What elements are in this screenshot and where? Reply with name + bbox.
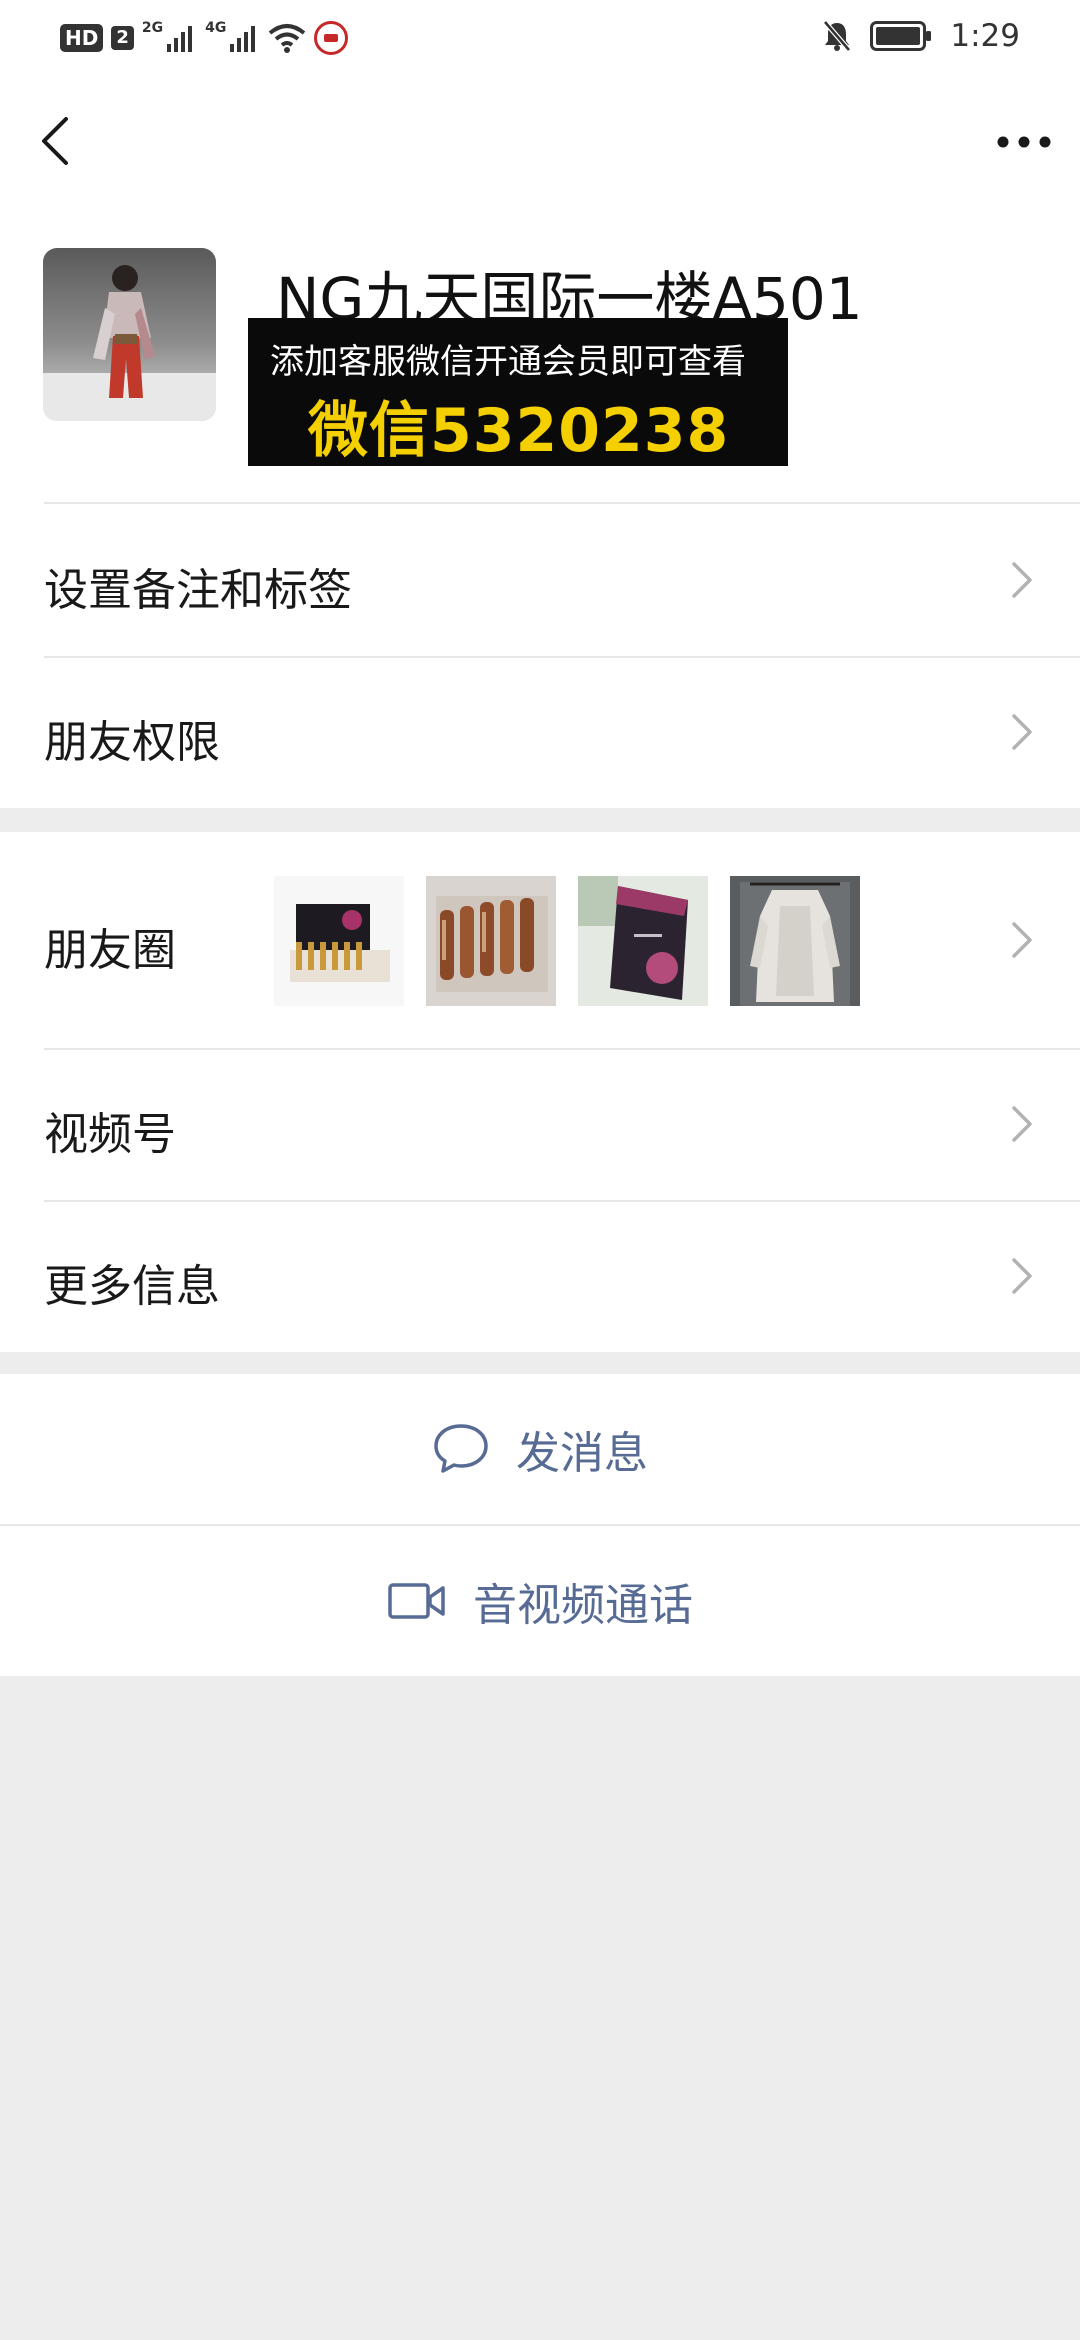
info-section: 朋友圈 视频号 更多信息 (0, 832, 1080, 1352)
settings-section: 设置备注和标签 朋友权限 (0, 504, 1080, 808)
signal-icon (230, 26, 256, 52)
wifi-icon (269, 24, 306, 53)
avatar[interactable] (43, 248, 216, 421)
channels-row[interactable]: 视频号 (0, 1050, 1080, 1200)
battery-icon (870, 21, 932, 51)
chevron-right-icon (1012, 922, 1032, 958)
moments-thumbnails (274, 876, 860, 1008)
mute-bell-icon (823, 20, 852, 52)
moments-thumbnail (426, 876, 556, 1006)
network-type-1: 2G (141, 20, 164, 36)
av-call-button[interactable]: 音视频通话 (0, 1526, 1080, 1676)
avatar-image (43, 248, 216, 421)
more-dots-icon (997, 136, 1051, 148)
more-info-row[interactable]: 更多信息 (0, 1202, 1080, 1352)
moments-label: 朋友圈 (44, 925, 176, 976)
send-message-label: 发消息 (516, 1428, 648, 1479)
promo-wechat-id: 微信5320238 (308, 396, 730, 466)
send-message-button[interactable]: 发消息 (0, 1374, 1080, 1524)
hd-badge: HD (60, 24, 104, 52)
more-button[interactable] (994, 112, 1054, 172)
channels-label: 视频号 (44, 1109, 176, 1160)
video-camera-icon (388, 1583, 445, 1619)
actions-section: 发消息 音视频通话 (0, 1374, 1080, 1676)
status-bar: HD 2 2G 4G 1:29 (0, 0, 1080, 72)
sim-badge: 2 (111, 26, 134, 50)
back-button[interactable] (30, 106, 80, 176)
status-right: 1:29 (822, 16, 1020, 56)
more-info-label: 更多信息 (44, 1261, 220, 1312)
chevron-right-icon (1012, 714, 1032, 750)
chevron-right-icon (1012, 1106, 1032, 1142)
set-remark-label: 设置备注和标签 (44, 565, 352, 616)
clock: 1:29 (950, 18, 1020, 54)
set-remark-row[interactable]: 设置备注和标签 (0, 504, 1080, 656)
friend-permission-label: 朋友权限 (44, 717, 220, 768)
chevron-right-icon (1012, 562, 1032, 598)
chevron-left-icon (42, 117, 68, 165)
profile-header: NG九天国际一楼A501 添加客服微信开通会员即可查看 微信5320238 (0, 212, 1080, 504)
moments-thumbnail (730, 876, 860, 1006)
network-type-2: 4G (205, 20, 227, 36)
nav-bar (0, 72, 1080, 212)
status-left: HD 2 2G 4G (60, 18, 349, 58)
signal-icon (167, 26, 193, 52)
moments-row[interactable]: 朋友圈 (0, 832, 1080, 1048)
moments-thumbnail (274, 876, 404, 1006)
promo-text: 添加客服微信开通会员即可查看 (270, 342, 746, 382)
chat-bubble-icon (434, 1424, 488, 1473)
av-call-label: 音视频通话 (473, 1580, 693, 1631)
app-notification-icon (314, 21, 349, 55)
promo-overlay: 添加客服微信开通会员即可查看 微信5320238 (248, 318, 788, 466)
friend-permission-row[interactable]: 朋友权限 (0, 658, 1080, 808)
moments-thumbnail (578, 876, 708, 1006)
chevron-right-icon (1012, 1258, 1032, 1294)
